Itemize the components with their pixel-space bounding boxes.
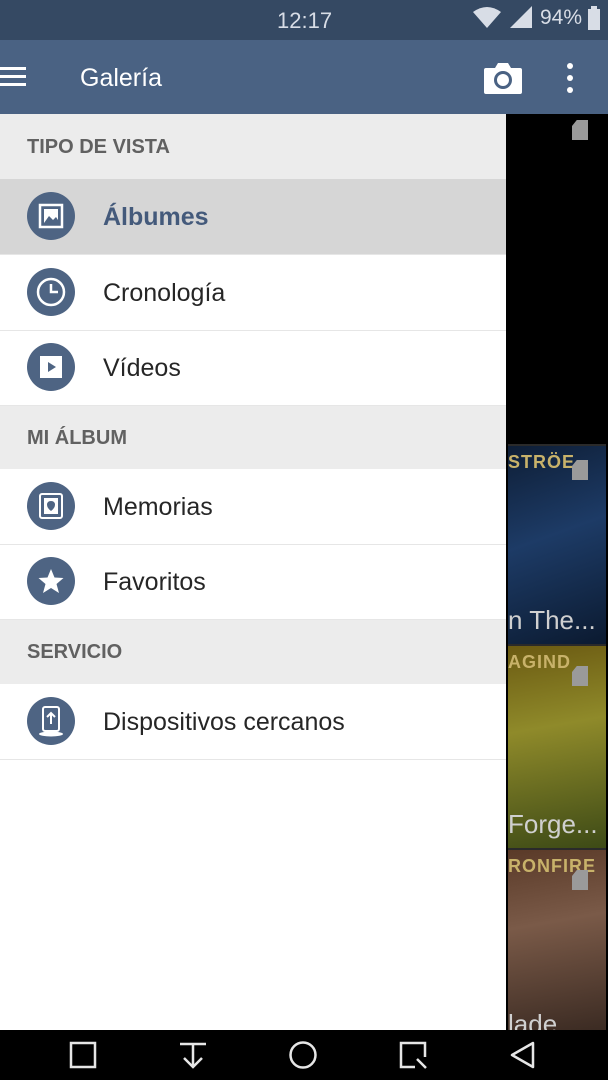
star-icon xyxy=(27,557,75,605)
memories-icon xyxy=(27,482,75,530)
drawer-item-videos[interactable]: Vídeos xyxy=(0,330,506,406)
album-thumb[interactable]: STRÖE n The... xyxy=(508,444,606,644)
square-icon[interactable] xyxy=(68,1040,98,1070)
sd-card-icon xyxy=(572,870,588,890)
drawer-item-label: Dispositivos cercanos xyxy=(103,708,345,736)
clock-icon xyxy=(27,268,75,316)
drawer-item-favorites[interactable]: Favoritos xyxy=(0,544,506,620)
back-triangle-icon[interactable] xyxy=(508,1040,538,1070)
section-title: SERVICIO xyxy=(27,641,123,663)
sd-card-icon xyxy=(572,666,588,686)
navigation-drawer: TIPO DE VISTA Álbumes Cronología Vídeos … xyxy=(0,114,506,1030)
drawer-item-albums[interactable]: Álbumes xyxy=(0,179,506,255)
wifi-icon xyxy=(472,7,501,28)
status-icons: 94% xyxy=(472,6,600,30)
album-caption: n The... xyxy=(508,605,596,635)
drawer-item-label: Vídeos xyxy=(103,354,181,382)
hamburger-icon[interactable] xyxy=(0,67,28,87)
app-bar: Galería xyxy=(0,40,608,114)
drawer-item-label: Álbumes xyxy=(103,203,209,231)
album-thumb[interactable] xyxy=(508,114,606,442)
drawer-item-timeline[interactable]: Cronología xyxy=(0,255,506,331)
signal-icon xyxy=(509,6,532,28)
album-icon xyxy=(27,192,75,240)
download-arrow-icon[interactable] xyxy=(178,1040,208,1070)
album-thumb[interactable]: RONFIRE lade xyxy=(508,848,606,1032)
section-header-my-album: MI ÁLBUM xyxy=(0,406,506,469)
album-grid: STRÖE n The... AGIND Forge... RONFIRE la… xyxy=(506,114,608,1032)
album-cover-text: STRÖE xyxy=(508,452,576,472)
album-cover-text: AGIND xyxy=(508,652,571,672)
video-icon xyxy=(27,343,75,391)
drawer-item-label: Cronología xyxy=(103,279,226,307)
section-title: MI ÁLBUM xyxy=(27,427,127,449)
drawer-item-label: Memorias xyxy=(103,493,213,521)
home-circle-icon[interactable] xyxy=(288,1040,318,1070)
section-header-view-type: TIPO DE VISTA xyxy=(0,114,506,179)
drawer-item-memories[interactable]: Memorias xyxy=(0,469,506,545)
more-vert-icon[interactable] xyxy=(560,60,580,96)
app-title: Galería xyxy=(80,64,162,92)
status-time: 12:17 xyxy=(277,8,333,33)
status-bar: 12:17 94% xyxy=(0,0,608,40)
album-caption: lade xyxy=(508,1009,558,1032)
drawer-item-label: Favoritos xyxy=(103,568,206,596)
camera-icon[interactable] xyxy=(483,60,523,96)
drawer-item-nearby-devices[interactable]: Dispositivos cercanos xyxy=(0,684,506,760)
section-title: TIPO DE VISTA xyxy=(27,136,170,158)
system-nav-bar xyxy=(0,1030,608,1080)
nearby-devices-icon xyxy=(27,697,75,745)
sd-card-icon xyxy=(572,120,588,140)
album-thumb[interactable]: AGIND Forge... xyxy=(508,644,606,848)
sd-card-icon xyxy=(572,460,588,480)
section-header-service: SERVICIO xyxy=(0,620,506,684)
album-caption: Forge... xyxy=(508,809,598,839)
battery-percent: 94% xyxy=(539,6,582,29)
recents-icon[interactable] xyxy=(398,1040,428,1070)
battery-icon xyxy=(588,6,600,30)
